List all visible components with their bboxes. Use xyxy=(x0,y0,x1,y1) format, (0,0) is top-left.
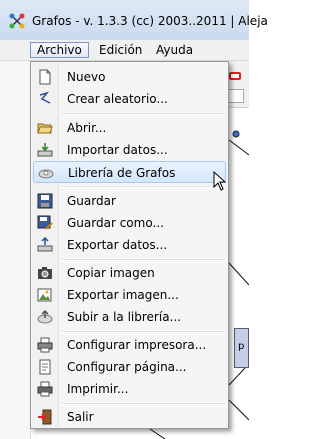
menu-item-label: Configurar página... xyxy=(67,360,187,374)
menu-item-label: Exportar datos... xyxy=(67,238,168,252)
menu-item-label: Librería de Grafos xyxy=(68,166,176,180)
archivo-dropdown-menu: Nuevo Crear aleatorio... Abrir... Import… xyxy=(30,61,229,429)
menu-item-crear-aleatorio[interactable]: Crear aleatorio... xyxy=(33,88,226,110)
export-icon xyxy=(37,237,53,252)
menu-separator xyxy=(61,259,225,261)
menu-item-label: Nuevo xyxy=(67,70,106,84)
menu-item-configurar-impresora[interactable]: Configurar impresora... xyxy=(33,334,226,356)
menu-item-guardar-como[interactable]: Guardar como... xyxy=(33,212,226,234)
printer-setup-icon xyxy=(37,337,53,353)
new-document-icon xyxy=(39,69,51,85)
save-icon xyxy=(37,193,53,209)
mouse-cursor-icon xyxy=(213,171,227,191)
export-image-icon xyxy=(37,288,52,302)
menu-item-exportar-imagen[interactable]: Exportar imagen... xyxy=(33,284,226,306)
camera-icon xyxy=(38,267,52,279)
menu-separator xyxy=(61,113,225,115)
open-folder-icon xyxy=(37,123,53,134)
menu-item-label: Copiar imagen xyxy=(67,266,155,280)
menu-item-label: Crear aleatorio... xyxy=(67,92,168,106)
menu-item-label: Salir xyxy=(67,410,94,424)
menu-item-salir[interactable]: Salir xyxy=(33,406,226,428)
save-as-icon xyxy=(37,215,53,230)
graph-node-label: p xyxy=(238,341,245,352)
menu-item-guardar[interactable]: Guardar xyxy=(33,190,226,212)
menu-item-libreria-de-grafos[interactable]: Librería de Grafos xyxy=(33,161,226,183)
menu-item-configurar-pagina[interactable]: Configurar página... xyxy=(33,356,226,378)
menu-item-label: Subir a la librería... xyxy=(67,310,181,324)
page-setup-icon xyxy=(39,359,51,375)
menu-item-exportar-datos[interactable]: Exportar datos... xyxy=(33,234,226,256)
upload-icon xyxy=(37,309,53,324)
menu-item-label: Guardar xyxy=(67,194,116,208)
menu-item-label: Importar datos... xyxy=(67,143,168,157)
menu-separator xyxy=(61,403,225,405)
menu-item-label: Imprimir... xyxy=(67,382,129,396)
menu-item-copiar-imagen[interactable]: Copiar imagen xyxy=(33,262,226,284)
menu-item-label: Exportar imagen... xyxy=(67,288,179,302)
menu-item-label: Guardar como... xyxy=(67,216,164,230)
library-icon xyxy=(38,169,54,179)
graph-node[interactable]: p xyxy=(234,328,249,368)
menu-item-importar-datos[interactable]: Importar datos... xyxy=(33,139,226,161)
menu-separator xyxy=(61,186,225,188)
menu-item-imprimir[interactable]: Imprimir... xyxy=(33,378,226,400)
menu-item-abrir[interactable]: Abrir... xyxy=(33,117,226,139)
print-icon xyxy=(37,381,53,397)
menu-item-nuevo[interactable]: Nuevo xyxy=(33,66,226,88)
menu-item-label: Configurar impresora... xyxy=(67,338,207,352)
menu-item-subir-libreria[interactable]: Subir a la librería... xyxy=(33,306,226,328)
random-graph-icon xyxy=(39,91,51,104)
import-icon xyxy=(37,143,53,157)
menu-separator xyxy=(61,331,225,333)
menu-item-label: Abrir... xyxy=(67,121,107,135)
exit-icon xyxy=(38,409,52,425)
